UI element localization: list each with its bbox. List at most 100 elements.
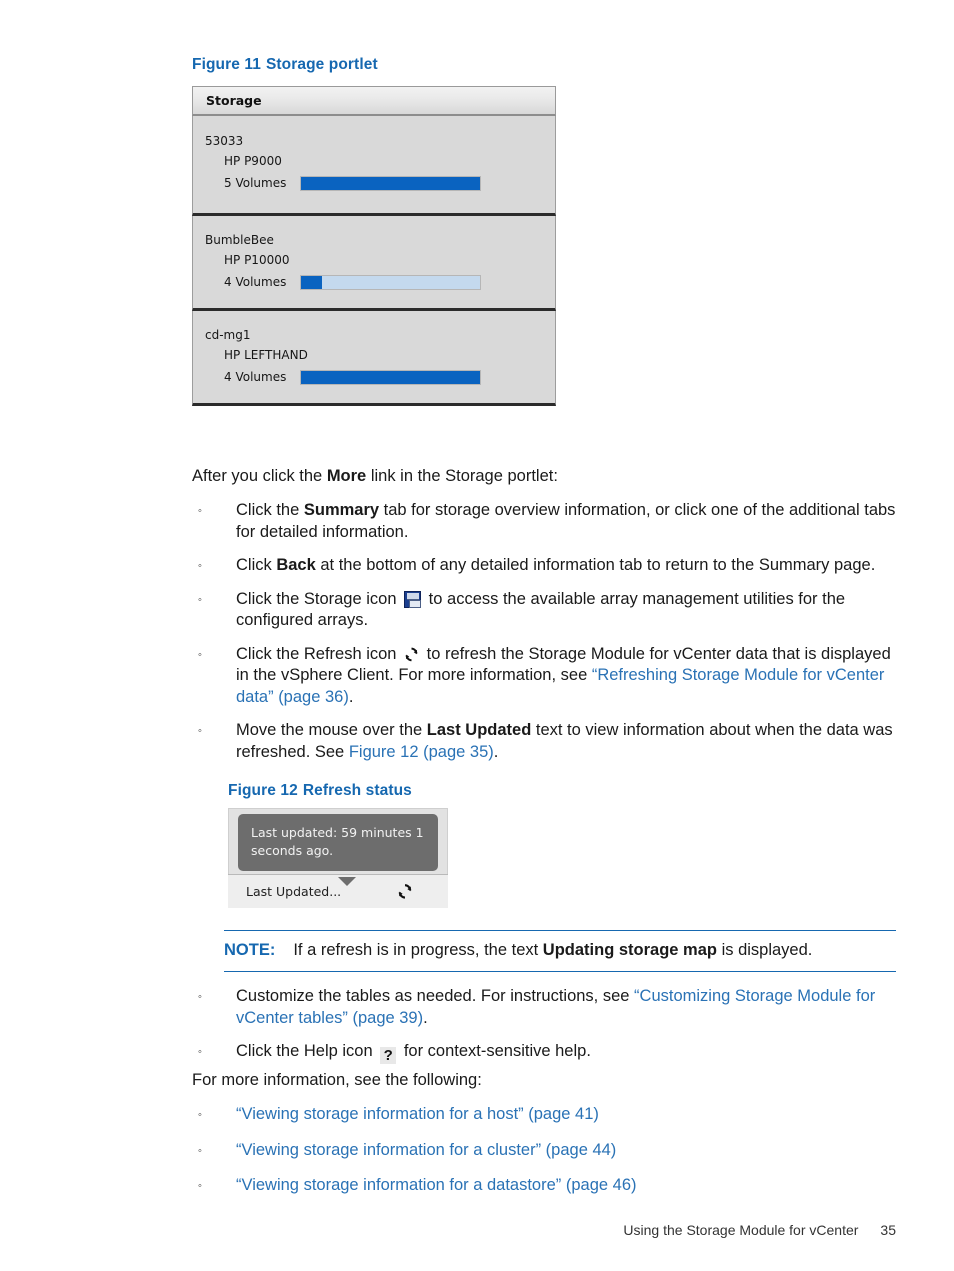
bullet-item: ◦ Customize the tables as needed. For ins… [192, 986, 896, 1029]
bullet-marker: ◦ [198, 560, 202, 572]
body-text: Click the [236, 501, 304, 519]
cross-reference-list: ◦ “Viewing storage information for a host… [192, 1104, 896, 1211]
document-page: Figure 11 Storage portlet Storage 53033 H… [0, 0, 954, 1271]
bullet-item: ◦ Click the Help icon ? for context-sensi… [192, 1041, 896, 1064]
last-updated-tooltip: Last updated: 59 minutes 1 seconds ago. [238, 814, 438, 871]
storage-array-row[interactable]: BumbleBee HP P10000 4 Volumes [192, 216, 556, 311]
array-capacity-meter-fill [301, 370, 480, 384]
body-text: . [423, 1008, 428, 1027]
array-capacity-meter-fill [301, 275, 323, 289]
storage-portlet: Storage 53033 HP P9000 5 Volumes BumbleB… [192, 86, 556, 406]
bullet-marker: ◦ [198, 1144, 202, 1157]
bullet-marker: ◦ [198, 1109, 202, 1121]
bullet-marker: ◦ [198, 1180, 202, 1192]
figure-11-number: Figure 11 [192, 56, 261, 73]
top-bullet-list: ◦ Click the Summary tab for storage overv… [192, 500, 896, 775]
note-text: If a refresh is in progress, the text Up… [293, 940, 812, 962]
figure-11-title: Storage portlet [265, 56, 378, 73]
portlet-header-title: Storage [206, 93, 262, 108]
link-list-item: ◦ “Viewing storage information for a data… [192, 1175, 896, 1197]
bullet-text: Click the Help icon ? for context-sensit… [236, 1042, 591, 1064]
array-volume-meter-row: 4 Volumes [205, 272, 555, 292]
figure-11-caption: Figure 11 Storage portlet [192, 56, 378, 74]
more-information-lead: For more information, see the following: [192, 1071, 482, 1089]
array-volume-count: 4 Volumes [224, 370, 287, 384]
body-text: . [493, 742, 499, 761]
body-text: If a refresh is in progress, the text [293, 941, 543, 959]
bullet-marker: ◦ [198, 991, 202, 1003]
body-text: at the bottom of any detailed informatio… [315, 556, 876, 574]
cross-reference-link[interactable]: Figure 12 (page 35) [349, 743, 494, 761]
link-list-item: ◦ “Viewing storage information for a host… [192, 1104, 896, 1126]
bullet-item: ◦ Click the Refresh icon to refresh the S… [192, 644, 896, 709]
array-name: BumbleBee [205, 233, 274, 247]
note-label: NOTE: [224, 941, 276, 959]
array-volume-meter-row: 5 Volumes [205, 173, 555, 193]
bullet-text: Move the mouse over the Last Updated tex… [236, 721, 893, 761]
array-model: HP P10000 [224, 253, 290, 267]
array-model: HP LEFTHAND [224, 348, 308, 362]
bullet-item: ◦ Click Back at the bottom of any detaile… [192, 555, 896, 577]
array-capacity-meter-fill [301, 176, 480, 190]
cross-reference-link[interactable]: “Viewing storage information for a host”… [236, 1105, 599, 1123]
intro-paragraph: After you click the More link in the Sto… [192, 466, 892, 488]
help-icon[interactable]: ? [380, 1047, 397, 1064]
body-text: Click the Storage icon [236, 589, 402, 608]
emphasis-text: Last Updated [426, 721, 532, 739]
tooltip-arrow [338, 877, 356, 886]
storage-icon[interactable] [404, 590, 422, 608]
array-capacity-meter [300, 175, 481, 191]
body-text: Click [236, 556, 277, 574]
bullet-text: Click the Summary tab for storage overvi… [236, 501, 895, 541]
bullet-marker: ◦ [198, 725, 202, 737]
bullet-marker: ◦ [198, 505, 202, 517]
array-capacity-meter [300, 369, 481, 385]
bullet-item: ◦ Click the Storage icon to access the av… [192, 589, 896, 632]
note-block: NOTE: If a refresh is in progress, the t… [224, 930, 896, 972]
array-name: cd-mg1 [205, 328, 251, 342]
bullet-marker: ◦ [198, 648, 202, 661]
footer-title: Using the Storage Module for vCenter [623, 1222, 859, 1238]
body-text: Move the mouse over the [236, 721, 427, 739]
figure-12-title: Refresh status [302, 782, 412, 799]
footer-page-number: 35 [880, 1222, 896, 1238]
bullet-marker: ◦ [198, 593, 202, 606]
link-list-item: ◦ “Viewing storage information for a clus… [192, 1140, 896, 1162]
bullet-text: Customize the tables as needed. For inst… [236, 987, 875, 1027]
emphasis-text: Back [276, 556, 316, 574]
more-link-label: More [326, 467, 367, 485]
intro-before: After you click the [192, 467, 327, 485]
array-volume-count: 4 Volumes [224, 275, 287, 289]
bottom-bullet-list: ◦ Customize the tables as needed. For ins… [192, 986, 896, 1076]
storage-array-row[interactable]: 53033 HP P9000 5 Volumes [192, 116, 556, 216]
array-volume-meter-row: 4 Volumes [205, 367, 555, 387]
body-text: . [348, 687, 354, 706]
array-volume-count: 5 Volumes [224, 176, 287, 190]
bullet-item: ◦ Move the mouse over the Last Updated te… [192, 720, 896, 763]
bullet-item: ◦ Click the Summary tab for storage overv… [192, 500, 896, 543]
bullet-marker: ◦ [198, 1046, 202, 1058]
array-name: 53033 [205, 134, 244, 148]
intro-after: link in the Storage portlet: [366, 467, 558, 485]
portlet-header: Storage [192, 86, 556, 116]
body-text: for context-sensitive help. [399, 1042, 591, 1060]
tooltip-text: Last updated: 59 minutes 1 seconds ago. [251, 825, 424, 858]
refresh-icon[interactable] [397, 883, 413, 900]
last-updated-label[interactable]: Last Updated... [246, 884, 341, 899]
figure-12-caption: Figure 12 Refresh status [228, 782, 412, 800]
refresh-icon[interactable] [404, 646, 419, 663]
bullet-text: Click Back at the bottom of any detailed… [236, 556, 875, 574]
cross-reference-link[interactable]: “Viewing storage information for a clust… [236, 1141, 616, 1159]
array-model: HP P9000 [224, 154, 282, 168]
array-capacity-meter [300, 274, 481, 290]
bullet-text: Click the Storage icon to access the ava… [236, 590, 845, 630]
body-text: Click the Refresh icon [236, 644, 402, 663]
figure-12-number: Figure 12 [228, 782, 298, 799]
bullet-text: Click the Refresh icon to refresh the St… [236, 645, 891, 706]
emphasis-text: Updating storage map [542, 941, 717, 959]
body-text: Customize the tables as needed. For inst… [236, 987, 635, 1005]
body-text: Click the Help icon [236, 1042, 378, 1060]
storage-array-row[interactable]: cd-mg1 HP LEFTHAND 4 Volumes [192, 311, 556, 406]
cross-reference-link[interactable]: “Viewing storage information for a datas… [236, 1176, 637, 1194]
emphasis-text: Summary [303, 501, 380, 519]
